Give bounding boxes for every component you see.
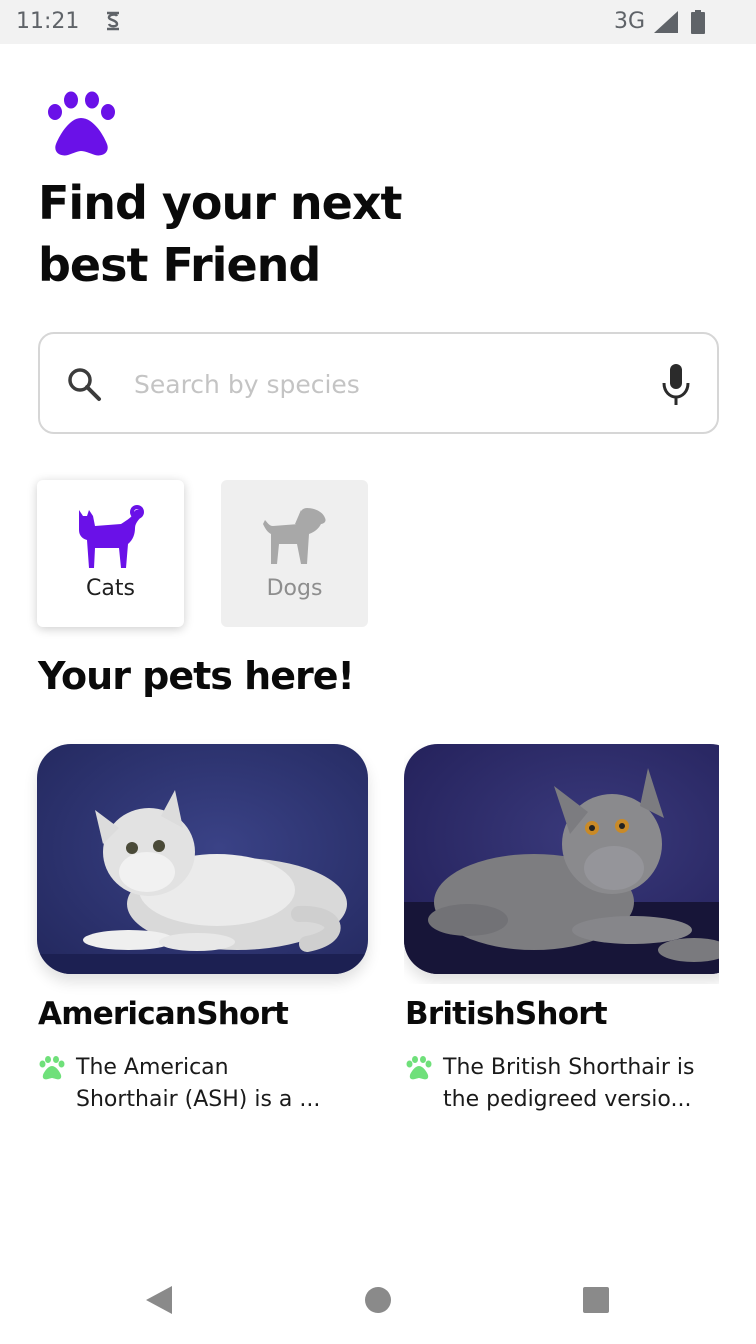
status-time: 11:21 — [16, 9, 80, 34]
title-line-2: best Friend — [38, 238, 321, 292]
page-title: Find your next best Friend — [38, 172, 558, 296]
pet-description: The American Shorthair (ASH) is a ... — [76, 1052, 366, 1116]
dog-icon — [263, 508, 326, 564]
section-title: Your pets here! — [38, 654, 355, 698]
home-icon[interactable] — [364, 1286, 392, 1314]
status-bar: 11:21 3G — [0, 0, 756, 44]
pet-photo[interactable] — [37, 744, 368, 974]
search-input[interactable] — [134, 362, 634, 406]
pet-name: BritishShort — [405, 996, 608, 1032]
category-cats[interactable]: Cats — [37, 480, 184, 627]
microphone-icon[interactable] — [662, 364, 690, 406]
search-icon — [68, 368, 101, 401]
network-type: 3G — [614, 9, 646, 34]
paw-icon — [48, 91, 115, 156]
category-label-cats: Cats — [86, 576, 135, 601]
back-icon[interactable] — [142, 1284, 174, 1316]
pet-photo-clip — [404, 744, 719, 984]
pet-card-british-shorthair[interactable]: BritishShort The British Shorthair is th… — [404, 744, 719, 1124]
pet-description-line-2: Shorthair (ASH) is a ... — [76, 1087, 321, 1112]
pet-description-line-2: the pedigreed versio... — [443, 1087, 692, 1112]
pet-photo[interactable] — [404, 744, 719, 974]
app-screen: 11:21 3G Find your next best Friend Sear… — [0, 0, 756, 1344]
battery-icon — [691, 10, 705, 34]
category-dogs[interactable]: Dogs — [221, 480, 368, 627]
search-bar[interactable] — [38, 332, 719, 434]
paw-icon — [406, 1056, 432, 1080]
title-line-1: Find your next — [38, 176, 403, 230]
cat-icon — [79, 505, 144, 568]
pet-description-line-1: The British Shorthair is — [443, 1055, 695, 1080]
signal-icon — [654, 11, 678, 33]
paw-icon — [39, 1056, 65, 1080]
sync-icon — [107, 11, 119, 31]
pet-description: The British Shorthair is the pedigreed v… — [443, 1052, 733, 1116]
pet-description-line-1: The American — [76, 1055, 229, 1080]
pet-card-american-shorthair[interactable]: AmericanShort The American Shorthair (AS… — [37, 744, 368, 1124]
recents-icon[interactable] — [582, 1286, 610, 1314]
category-label-dogs: Dogs — [266, 576, 323, 601]
system-nav-bar — [0, 1256, 756, 1344]
pet-name: AmericanShort — [38, 996, 289, 1032]
